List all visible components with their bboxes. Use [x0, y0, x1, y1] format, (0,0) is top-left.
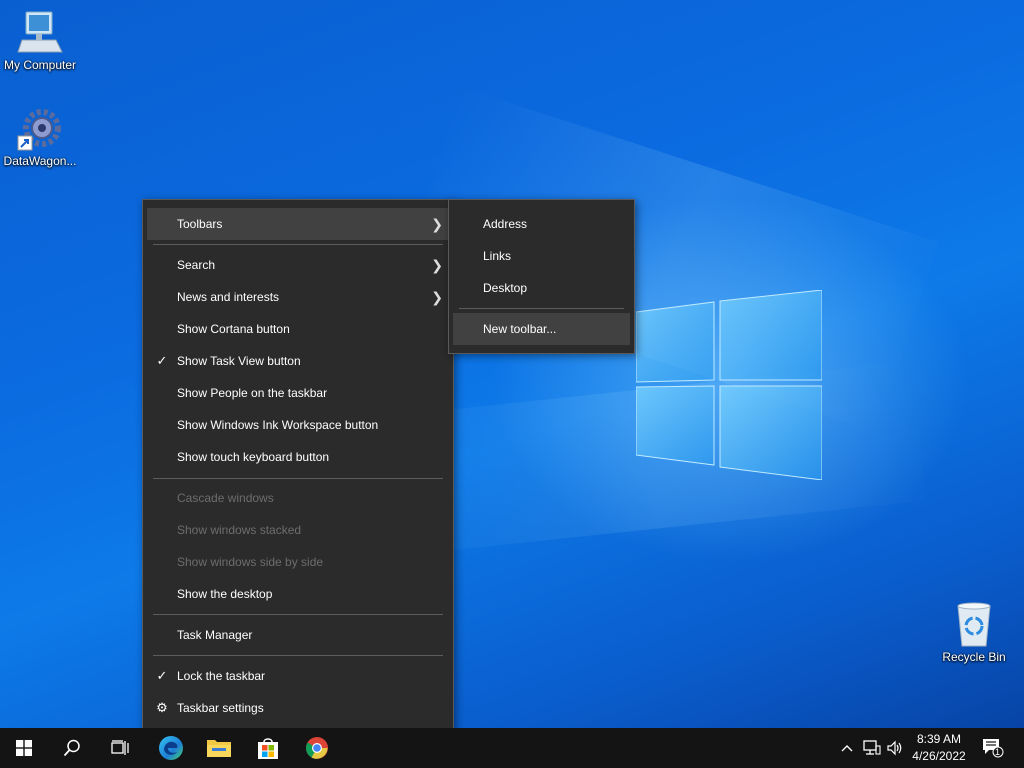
computer-icon [16, 8, 64, 56]
store-taskbar-button[interactable] [244, 728, 292, 768]
submenu-item-new-toolbar[interactable]: New toolbar... [453, 313, 630, 345]
network-icon [863, 740, 881, 755]
notification-count-badge: 1 [995, 747, 1001, 757]
desktop-icon-recycle-bin[interactable]: Recycle Bin [934, 600, 1014, 664]
submenu-item-address[interactable]: Address [453, 208, 630, 240]
menu-item-label: Address [483, 217, 528, 231]
menu-item-label: Show Windows Ink Workspace button [177, 418, 379, 432]
chevron-right-icon: ❯ [431, 257, 443, 273]
menu-item-label: Show windows side by side [177, 555, 324, 569]
menu-item-taskbar-settings[interactable]: ⚙ Taskbar settings [147, 692, 449, 724]
taskbar-context-menu: Toolbars ❯ Search ❯ News and interests ❯… [142, 199, 454, 734]
recycle-bin-icon [950, 600, 998, 648]
task-view-icon [111, 740, 129, 755]
start-button[interactable] [0, 728, 48, 768]
menu-item-search[interactable]: Search ❯ [147, 249, 449, 281]
desktop-icon-label: DataWagon... [3, 154, 77, 168]
store-icon [258, 738, 278, 759]
gear-shortcut-icon [16, 104, 64, 152]
menu-item-show-cortana-button[interactable]: Show Cortana button [147, 313, 449, 345]
menu-separator [459, 308, 624, 309]
volume-tray-button[interactable] [884, 728, 906, 768]
menu-separator [153, 655, 443, 656]
submenu-item-desktop[interactable]: Desktop [453, 272, 630, 304]
taskbar-clock[interactable]: 8:39 AM 4/26/2022 [906, 731, 972, 765]
menu-item-cascade-windows: Cascade windows [147, 482, 449, 514]
menu-item-label: Cascade windows [177, 491, 274, 505]
menu-item-label: Toolbars [177, 217, 223, 231]
network-tray-button[interactable] [860, 728, 884, 768]
taskbar: 8:39 AM 4/26/2022 1 [0, 728, 1024, 768]
submenu-item-links[interactable]: Links [453, 240, 630, 272]
gear-icon: ⚙ [156, 700, 168, 715]
checkmark-icon: ✓ [156, 353, 168, 368]
clock-time: 8:39 AM [916, 732, 962, 746]
show-hidden-icons-button[interactable] [836, 728, 858, 768]
menu-item-toolbars[interactable]: Toolbars ❯ [147, 208, 449, 240]
edge-taskbar-button[interactable] [147, 728, 195, 768]
chevron-up-icon [841, 745, 853, 752]
menu-item-show-people[interactable]: Show People on the taskbar [147, 377, 449, 409]
desktop-icon-label: My Computer [3, 58, 77, 72]
menu-item-label: Taskbar settings [177, 701, 264, 715]
menu-item-label: Show windows stacked [177, 523, 302, 537]
menu-item-show-touch-keyboard[interactable]: Show touch keyboard button [147, 441, 449, 473]
volume-icon [887, 740, 902, 756]
menu-item-show-the-desktop[interactable]: Show the desktop [147, 578, 449, 610]
menu-item-label: Links [483, 249, 512, 263]
search-button[interactable] [48, 728, 96, 768]
windows-start-icon [16, 740, 32, 756]
notification-icon [983, 739, 1004, 758]
menu-item-label: Task Manager [177, 628, 253, 642]
chrome-icon [306, 737, 328, 759]
menu-item-label: News and interests [177, 290, 280, 304]
menu-item-label: Show the desktop [177, 587, 273, 601]
menu-separator [153, 614, 443, 615]
clock-date: 4/26/2022 [912, 749, 966, 763]
menu-item-label: Desktop [483, 281, 528, 295]
edge-icon [159, 736, 183, 760]
checkmark-icon: ✓ [156, 668, 168, 683]
menu-item-label: Search [177, 258, 216, 272]
menu-item-show-ink-workspace[interactable]: Show Windows Ink Workspace button [147, 409, 449, 441]
action-center-button[interactable]: 1 [978, 728, 1008, 768]
menu-item-label: Show Cortana button [177, 322, 290, 336]
menu-item-show-windows-side-by-side: Show windows side by side [147, 546, 449, 578]
menu-item-task-manager[interactable]: Task Manager [147, 619, 449, 651]
file-explorer-icon [207, 740, 231, 757]
menu-item-label: New toolbar... [483, 322, 557, 336]
menu-item-show-windows-stacked: Show windows stacked [147, 514, 449, 546]
task-view-button[interactable] [96, 728, 144, 768]
desktop-icon-label: Recycle Bin [942, 650, 1006, 664]
menu-separator [153, 478, 443, 479]
menu-separator [153, 244, 443, 245]
menu-item-lock-the-taskbar[interactable]: ✓ Lock the taskbar [147, 660, 449, 692]
windows-logo-wallpaper [636, 290, 822, 480]
chrome-taskbar-button[interactable] [293, 728, 341, 768]
desktop-icon-datawagon[interactable]: DataWagon... [0, 104, 80, 168]
chevron-right-icon: ❯ [431, 289, 443, 305]
menu-item-label: Show People on the taskbar [177, 386, 328, 400]
search-icon [63, 739, 80, 757]
chevron-right-icon: ❯ [431, 216, 443, 232]
file-explorer-taskbar-button[interactable] [195, 728, 243, 768]
menu-item-label: Lock the taskbar [177, 669, 266, 683]
menu-item-label: Show touch keyboard button [177, 450, 330, 464]
toolbars-submenu: Address Links Desktop New toolbar... [448, 199, 635, 354]
desktop-icon-my-computer[interactable]: My Computer [0, 8, 80, 72]
menu-item-label: Show Task View button [177, 354, 301, 368]
menu-item-news-and-interests[interactable]: News and interests ❯ [147, 281, 449, 313]
menu-item-show-task-view-button[interactable]: ✓ Show Task View button [147, 345, 449, 377]
